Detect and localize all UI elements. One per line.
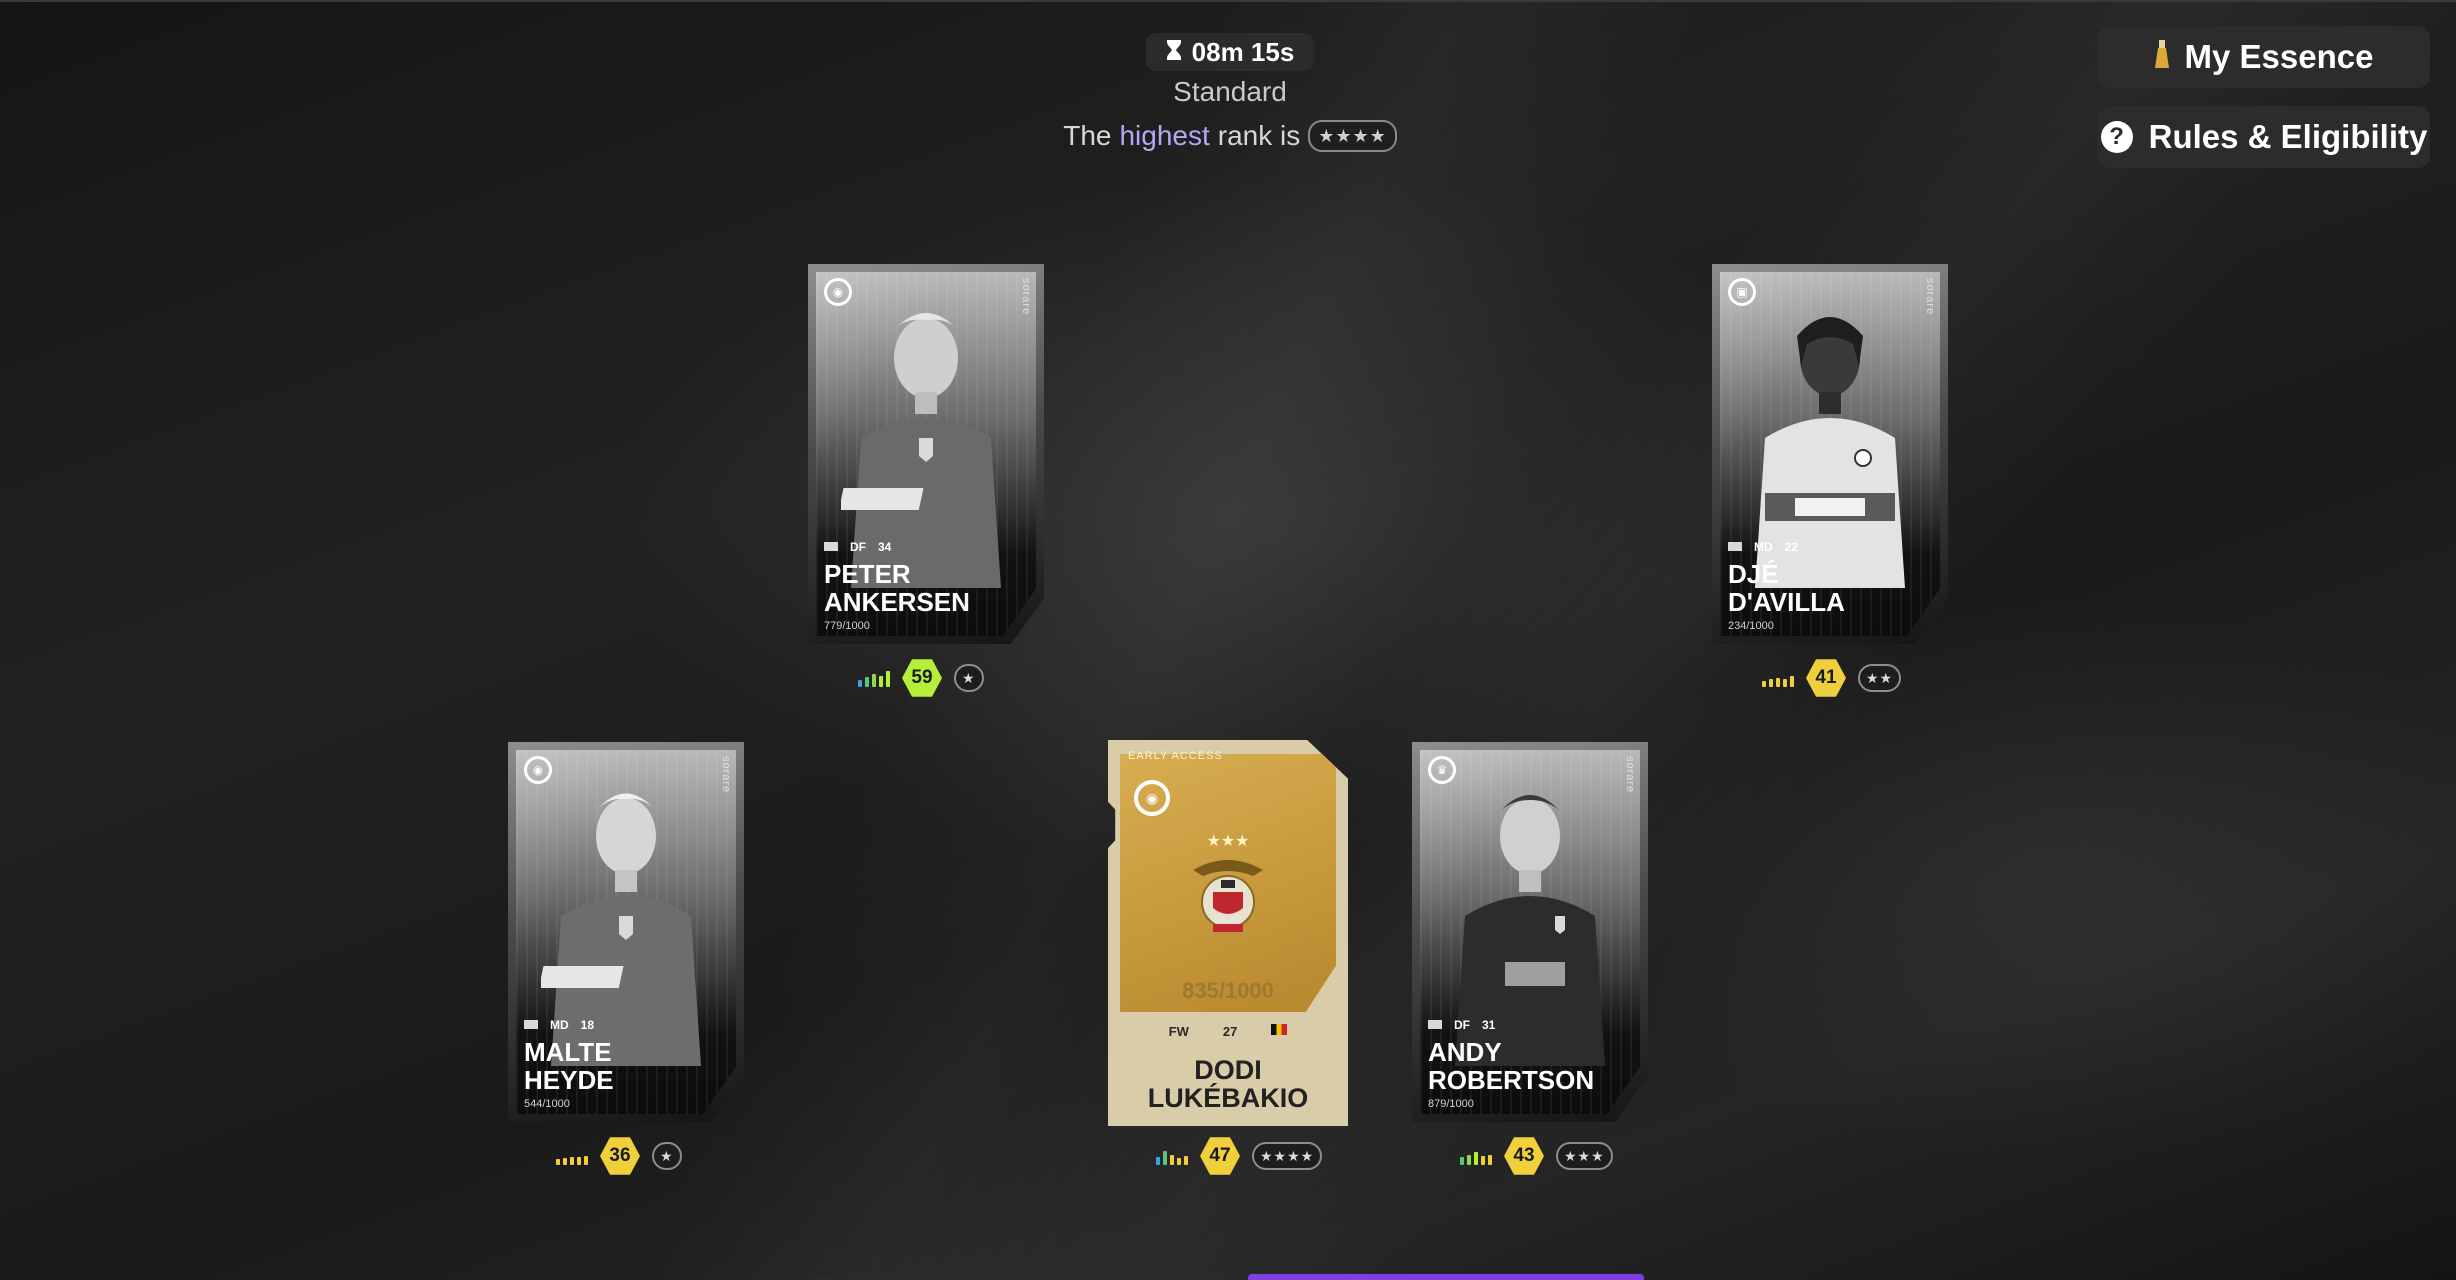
score-badge: 36: [600, 1137, 640, 1175]
early-access-label: EARLY ACCESS: [1128, 750, 1223, 762]
player-name: ANDY ROBERTSON: [1428, 1038, 1628, 1094]
serial-number: 234/1000: [1728, 620, 1774, 632]
my-essence-button[interactable]: My Essence: [2098, 26, 2430, 88]
benfica-crest-icon: ★★★: [1193, 831, 1263, 932]
rank-prefix: The: [1063, 120, 1112, 151]
rules-label: Rules & Eligibility: [2148, 118, 2428, 155]
form-bars-icon: [1460, 1147, 1492, 1165]
card-andy-robertson[interactable]: ♛ sorare DF 31 ANDY ROBERTSON 879/1000: [1412, 742, 1648, 1122]
my-essence-label: My Essence: [2184, 38, 2374, 75]
position-value: FW: [1168, 1024, 1189, 1039]
age-value: 27: [1222, 1024, 1238, 1039]
form-bars-icon: [858, 669, 890, 687]
brand-label: sorare: [1020, 278, 1032, 316]
first-name: ANDY: [1428, 1037, 1502, 1067]
rank-suffix: rank is: [1217, 120, 1301, 151]
stats-malte-heyde: 36 ★: [556, 1136, 682, 1176]
flag-icon: [524, 1020, 538, 1029]
age-value: 31: [1482, 1018, 1496, 1032]
score-badge: 59: [902, 659, 942, 697]
club-badge-icon: ◉: [824, 278, 852, 306]
card-malte-heyde[interactable]: ◉ sorare MD 18 MALTE HEYDE 544/1000: [508, 742, 744, 1122]
score-badge: 41: [1806, 659, 1846, 697]
rules-eligibility-button[interactable]: ? Rules & Eligibility: [2098, 106, 2430, 168]
highest-rank-line: The highest rank is ★★★★: [1000, 116, 1460, 156]
hourglass-icon: [1166, 37, 1182, 68]
primary-button-partial[interactable]: [1248, 1274, 1644, 1280]
game-mode-label: Standard: [1173, 76, 1287, 107]
serial-number: 835/1000: [1182, 978, 1274, 1003]
first-name: DODI: [1194, 1055, 1262, 1085]
card-dodi-lukebakio[interactable]: EARLY ACCESS ◉ ★★★ 835/1000 FW 27 DODI L…: [1108, 740, 1348, 1126]
brand-label: sorare: [1924, 278, 1936, 316]
countdown-timer: 08m 15s: [1146, 33, 1314, 71]
brand-label: sorare: [1624, 756, 1636, 794]
score-badge: 43: [1504, 1137, 1544, 1175]
brand-label: sorare: [720, 756, 732, 794]
stats-dje-davilla: 41 ★★: [1762, 658, 1902, 698]
age-value: 34: [878, 540, 892, 554]
stats-dodi-lukebakio: 47 ★★★★: [1156, 1136, 1323, 1176]
rarity-stars-badge: ★★: [1858, 664, 1902, 692]
flag-icon: [824, 542, 838, 551]
league-badge-icon: ♛: [1428, 756, 1456, 784]
last-name: D'AVILLA: [1728, 587, 1845, 617]
club-badge-icon: ◉: [1134, 780, 1170, 816]
form-bars-icon: [1762, 669, 1794, 687]
last-name: HEYDE: [524, 1065, 614, 1095]
rarity-stars-badge: ★★★: [1556, 1142, 1613, 1170]
position-value: DF: [1454, 1018, 1470, 1032]
rank-highlight: highest: [1119, 120, 1210, 151]
player-meta: MD 18: [524, 1018, 594, 1032]
player-meta: DF 34: [824, 540, 891, 554]
top-divider: [0, 0, 2456, 2]
serial-number: 544/1000: [524, 1098, 570, 1110]
question-icon: ?: [2100, 121, 2133, 153]
first-name: DJÉ: [1728, 559, 1779, 589]
flag-icon: [1428, 1020, 1442, 1029]
player-meta: FW 27: [1108, 1024, 1348, 1039]
stats-andy-robertson: 43 ★★★: [1460, 1136, 1613, 1176]
form-bars-icon: [556, 1147, 588, 1165]
card-dje-davilla[interactable]: ▣ sorare MD 22 DJÉ D'AVILLA 234/1000: [1712, 264, 1948, 644]
svg-text:★★★: ★★★: [1206, 831, 1249, 850]
position-value: DF: [850, 540, 866, 554]
player-name: PETER ANKERSEN: [824, 560, 1024, 616]
last-name: LUKÉBAKIO: [1147, 1083, 1309, 1113]
serial-number: 879/1000: [1428, 1098, 1474, 1110]
timer-text: 08m 15s: [1191, 36, 1295, 67]
league-badge-icon: ▣: [1728, 278, 1756, 306]
card-peter-ankersen[interactable]: ◉ sorare DF 34 PETER ANKERSEN 779/1000: [808, 264, 1044, 644]
last-name: ROBERTSON: [1428, 1065, 1595, 1095]
flag-icon: [1728, 542, 1742, 551]
last-name: ANKERSEN: [824, 587, 970, 617]
position-value: MD: [550, 1018, 569, 1032]
player-name: DJÉ D'AVILLA: [1728, 560, 1928, 616]
player-meta: MD 22: [1728, 540, 1798, 554]
position-value: MD: [1754, 540, 1773, 554]
age-value: 18: [580, 1018, 595, 1032]
rarity-stars-badge: ★: [954, 664, 984, 692]
player-name: DODI LUKÉBAKIO: [1108, 1056, 1348, 1112]
form-bars-icon: [1156, 1147, 1188, 1165]
stats-peter-ankersen: 59 ★: [858, 658, 984, 698]
first-name: PETER: [824, 559, 911, 589]
belgium-flag-icon: [1271, 1024, 1288, 1035]
first-name: MALTE: [524, 1037, 612, 1067]
rarity-stars-badge: ★: [652, 1142, 682, 1170]
essence-flask-icon: [2154, 38, 2169, 76]
secondary-button-partial[interactable]: [812, 1276, 1212, 1280]
rank-stars-badge: ★★★★: [1308, 120, 1397, 152]
score-badge: 47: [1200, 1137, 1240, 1175]
player-name: MALTE HEYDE: [524, 1038, 724, 1094]
serial-number: 779/1000: [824, 620, 870, 632]
club-badge-icon: ◉: [524, 756, 552, 784]
player-meta: DF 31: [1428, 1018, 1495, 1032]
rarity-stars-badge: ★★★★: [1252, 1142, 1323, 1170]
age-value: 22: [1784, 540, 1799, 554]
